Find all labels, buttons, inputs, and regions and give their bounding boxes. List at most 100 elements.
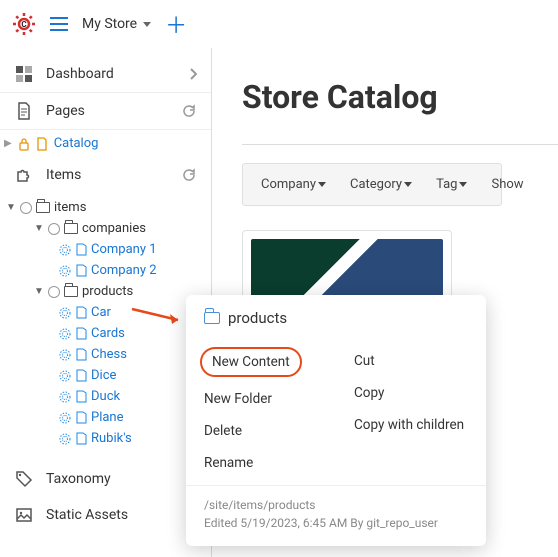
nav-catalog[interactable]: ▶ Catalog	[0, 130, 211, 157]
context-menu-footer: /site/items/products Edited 5/19/2023, 6…	[186, 485, 486, 536]
tree-label: companies	[82, 221, 146, 236]
filter-category[interactable]: Category	[342, 172, 420, 197]
tree-label: Cards	[91, 326, 125, 341]
store-selector[interactable]: My Store	[82, 16, 151, 32]
folder-icon	[64, 286, 78, 297]
circle-icon	[20, 202, 32, 214]
dashboard-icon	[14, 64, 34, 84]
page-small-icon	[76, 264, 87, 277]
tree-plane[interactable]: Plane	[0, 407, 211, 428]
nav-dashboard[interactable]: Dashboard	[0, 56, 211, 92]
lock-icon	[18, 137, 30, 151]
tree-rubiks[interactable]: Rubik's	[0, 428, 211, 449]
filter-company[interactable]: Company	[253, 172, 334, 197]
context-menu-header: products	[186, 309, 486, 339]
tree-dice[interactable]: Dice	[0, 365, 211, 386]
tree-company-2[interactable]: Company 2	[0, 260, 211, 281]
page-small-icon	[76, 243, 87, 256]
nav-pages-label: Pages	[46, 103, 85, 119]
circle-icon	[48, 223, 60, 235]
gear-small-icon	[58, 411, 72, 425]
tree-products[interactable]: ▼products	[0, 281, 211, 302]
image-icon	[14, 505, 34, 525]
gear-small-icon	[58, 327, 72, 341]
page-icon	[14, 101, 34, 121]
caret-down-icon	[459, 182, 467, 187]
svg-text:C: C	[21, 20, 26, 29]
tree-label: Chess	[91, 347, 127, 362]
tree-duck[interactable]: Duck	[0, 386, 211, 407]
gear-small-icon	[58, 432, 72, 446]
ctx-delete[interactable]: Delete	[186, 415, 336, 447]
top-bar: C My Store ＋	[0, 0, 558, 48]
nav-taxonomy-label: Taxonomy	[46, 471, 111, 487]
tag-icon	[14, 469, 34, 489]
ctx-rename[interactable]: Rename	[186, 447, 336, 479]
sidebar: Dashboard Pages ▶ Catalog Items ▼items ▼…	[0, 48, 212, 557]
nav-taxonomy[interactable]: Taxonomy	[0, 461, 211, 497]
folder-icon	[36, 202, 50, 213]
filter-tag[interactable]: Tag	[428, 172, 475, 197]
tree-label: Duck	[91, 389, 120, 404]
gear-small-icon	[58, 243, 72, 257]
page-small-icon	[76, 348, 87, 361]
puzzle-icon	[14, 165, 34, 185]
context-menu: products New Content New Folder Delete R…	[186, 295, 486, 546]
tree-companies[interactable]: ▼companies	[0, 218, 211, 239]
folder-icon	[204, 312, 220, 324]
page-small-icon	[76, 369, 87, 382]
page-small-icon	[76, 306, 87, 319]
divider	[242, 144, 558, 145]
caret-down-icon	[143, 22, 151, 27]
nav-items[interactable]: Items	[0, 157, 211, 193]
context-menu-title: products	[228, 309, 287, 327]
gear-small-icon	[58, 390, 72, 404]
app-logo-gear-icon: C	[12, 12, 36, 36]
filter-show[interactable]: Show	[483, 172, 531, 197]
context-meta: Edited 5/19/2023, 6:45 AM By git_repo_us…	[204, 514, 468, 532]
nav-items-label: Items	[46, 167, 81, 183]
refresh-icon[interactable]	[181, 103, 197, 119]
store-name: My Store	[82, 16, 137, 32]
gear-small-icon	[58, 306, 72, 320]
tree-label: Company 1	[91, 242, 157, 257]
tree-label: Dice	[91, 368, 116, 383]
gear-small-icon	[58, 264, 72, 278]
page-small-icon	[76, 432, 87, 445]
ctx-copy-children[interactable]: Copy with children	[336, 409, 486, 441]
triangle-right-icon: ▶	[4, 138, 12, 149]
nav-catalog-label: Catalog	[54, 136, 99, 151]
folder-icon	[64, 223, 78, 234]
tree-label: Rubik's	[91, 431, 132, 446]
hamburger-icon[interactable]	[50, 17, 68, 31]
caret-down-icon	[404, 182, 412, 187]
filter-bar: Company Category Tag Show	[242, 163, 502, 206]
nav-static-assets[interactable]: Static Assets	[0, 497, 211, 533]
refresh-icon[interactable]	[181, 167, 197, 183]
page-title: Store Catalog	[242, 78, 558, 116]
tree-items[interactable]: ▼items	[0, 197, 211, 218]
gear-small-icon	[58, 369, 72, 383]
tree-chess[interactable]: Chess	[0, 344, 211, 365]
ctx-copy[interactable]: Copy	[336, 377, 486, 409]
tree-label: Company 2	[91, 263, 157, 278]
tree-label: Car	[91, 305, 111, 320]
add-button[interactable]: ＋	[165, 8, 187, 40]
ctx-cut[interactable]: Cut	[336, 345, 486, 377]
context-path: /site/items/products	[204, 496, 468, 514]
ctx-new-content[interactable]: New Content	[200, 347, 302, 377]
page-small-icon	[76, 390, 87, 403]
ctx-new-folder[interactable]: New Folder	[186, 383, 336, 415]
chevron-right-icon	[189, 68, 197, 80]
tree-label: Plane	[91, 410, 124, 425]
caret-down-icon	[318, 182, 326, 187]
annotation-arrow-icon	[130, 306, 190, 330]
nav-pages[interactable]: Pages	[0, 92, 211, 130]
gear-small-icon	[58, 348, 72, 362]
tree-company-1[interactable]: Company 1	[0, 239, 211, 260]
tree-label: items	[54, 200, 86, 215]
page-small-icon	[76, 327, 87, 340]
tree-label: products	[82, 284, 133, 299]
page-small-icon	[36, 137, 48, 151]
nav-static-label: Static Assets	[46, 507, 128, 523]
